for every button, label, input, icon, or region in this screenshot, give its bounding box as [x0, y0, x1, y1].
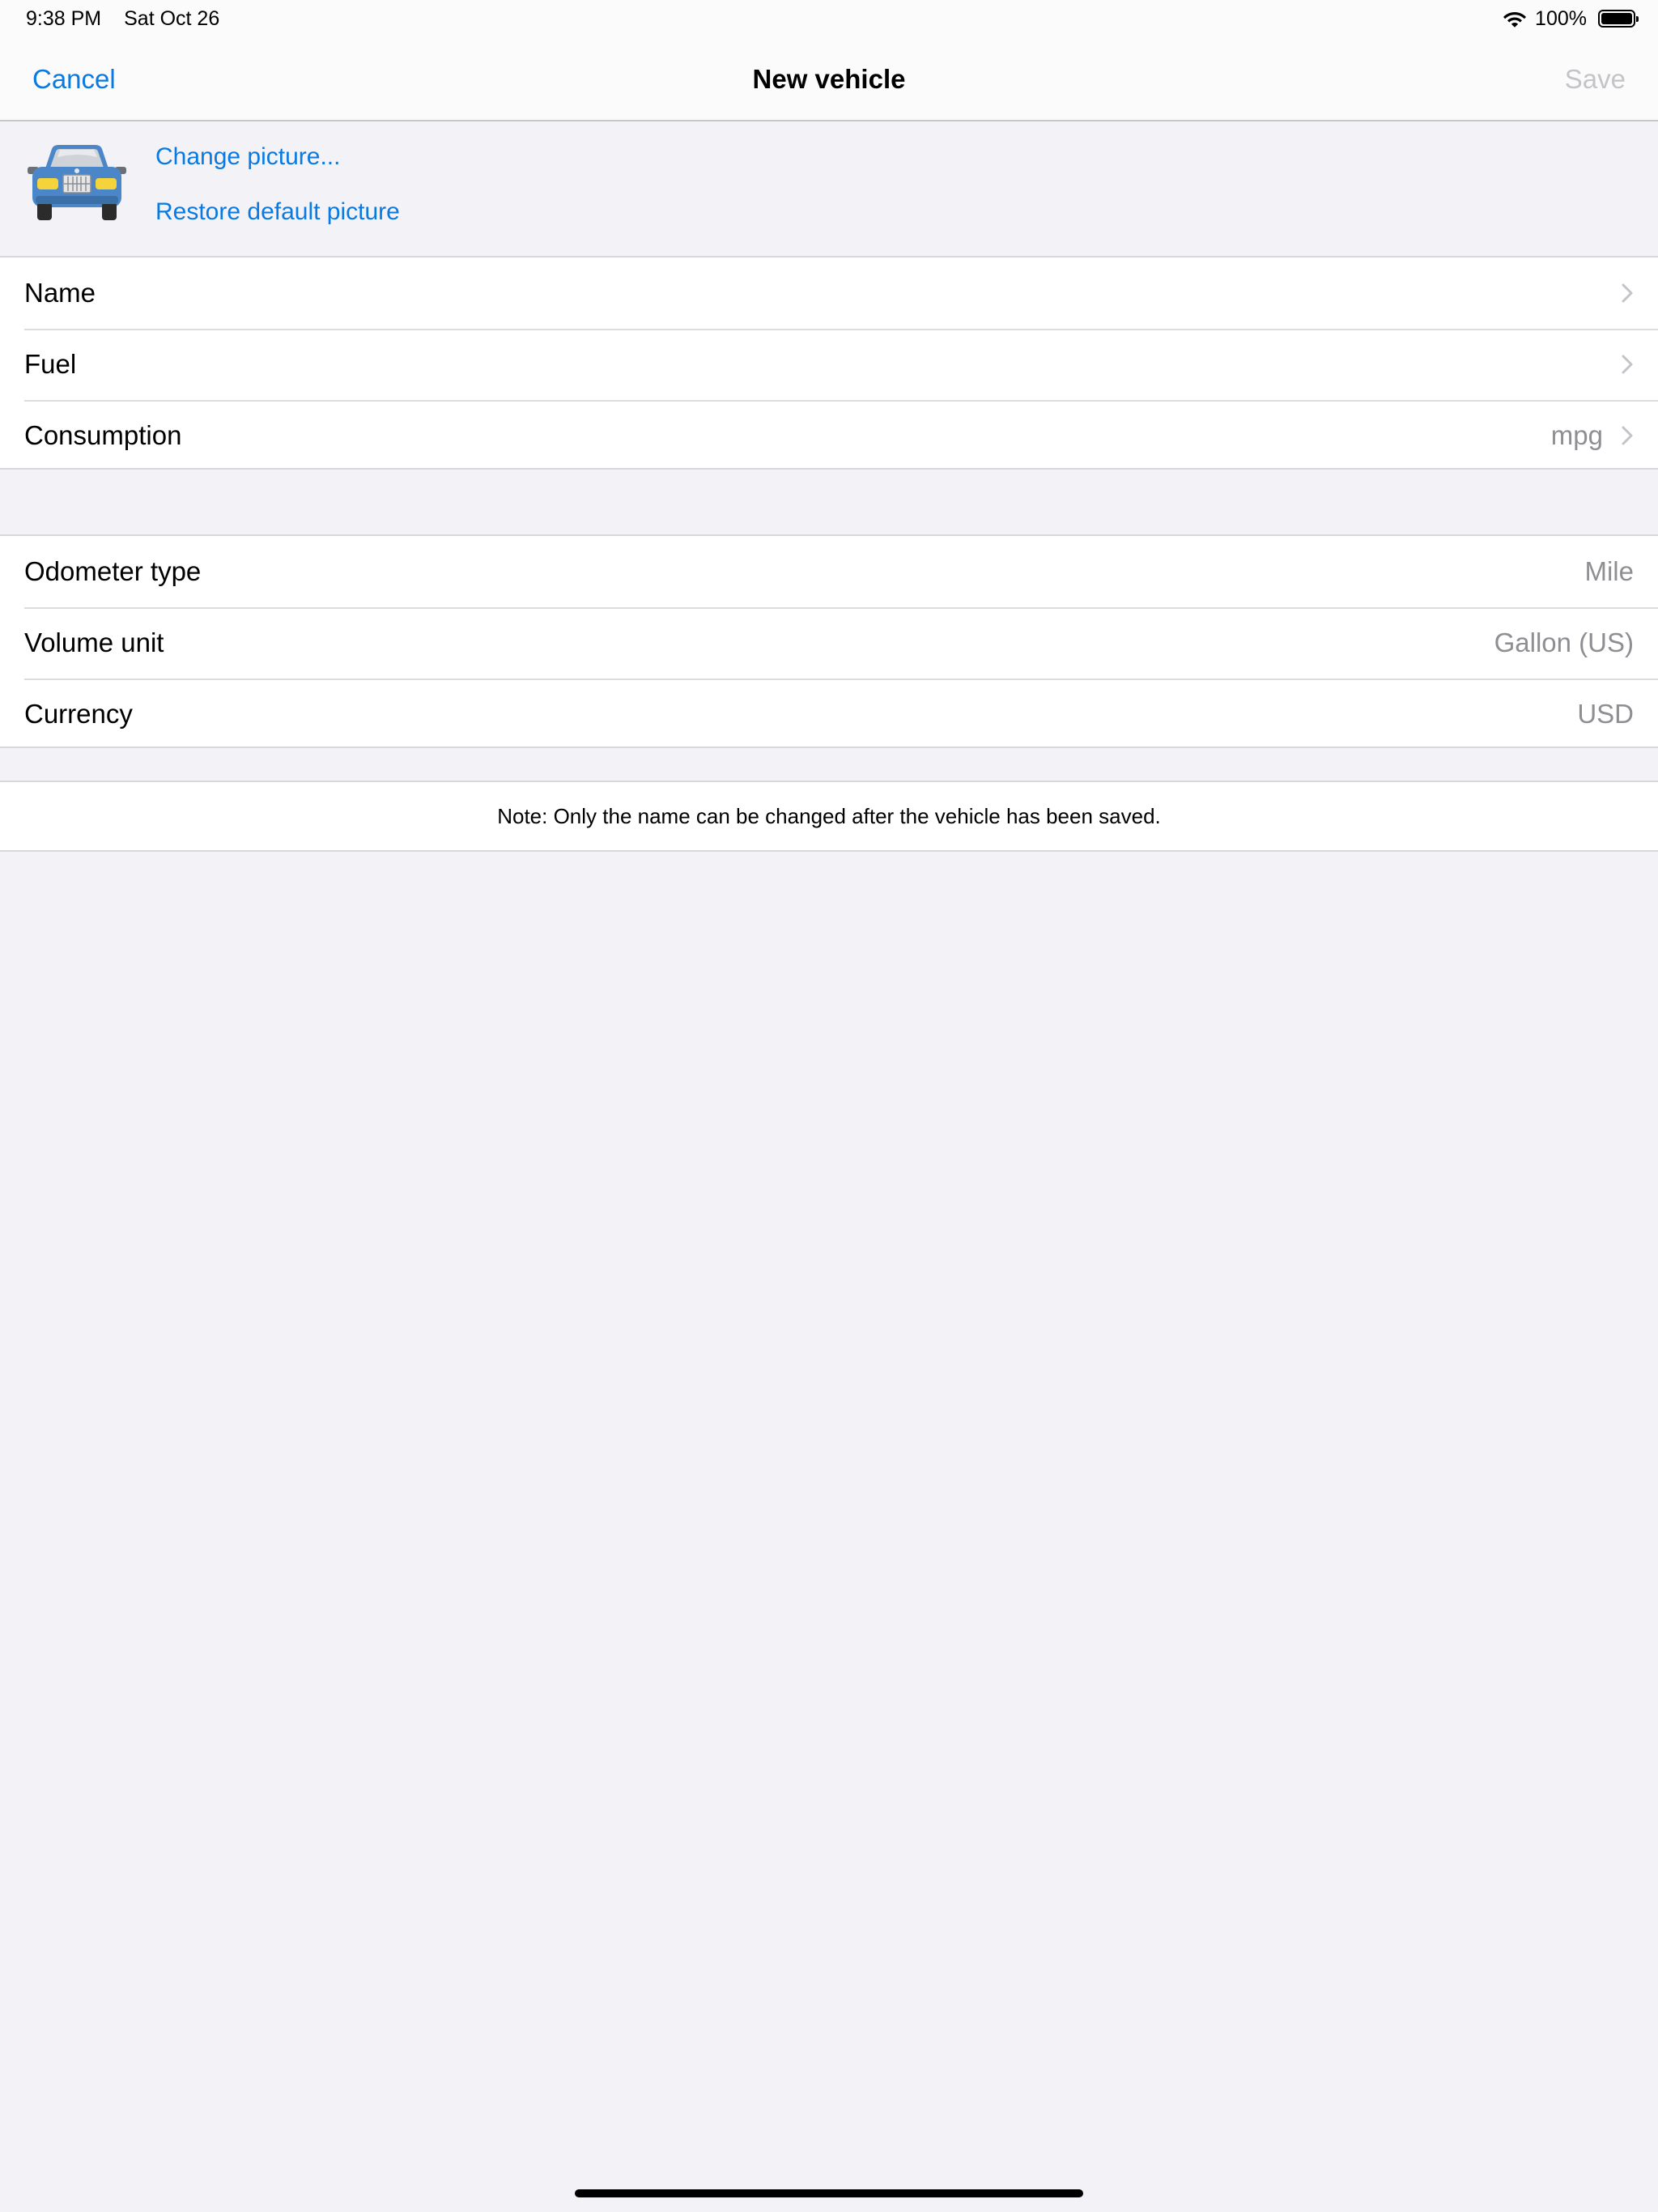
consumption-row[interactable]: Consumption mpg — [0, 400, 1658, 471]
page-title: New vehicle — [752, 64, 906, 94]
status-time: 9:38 PM — [26, 7, 102, 30]
consumption-value: mpg — [1550, 420, 1603, 450]
odometer-type-value: Mile — [1584, 556, 1634, 586]
currency-row[interactable]: Currency USD — [0, 678, 1658, 750]
restore-default-picture-link[interactable]: Restore default picture — [155, 193, 400, 232]
consumption-label: Consumption — [24, 420, 182, 450]
odometer-type-label: Odometer type — [24, 556, 202, 586]
navigation-bar: 9:38 PM Sat Oct 26 100% Cancel New vehicl… — [0, 0, 1658, 121]
units-group: Odometer type Mile Volume unit Gallon (U… — [0, 534, 1658, 748]
name-label: Name — [24, 278, 96, 308]
status-bar-left: 9:38 PM Sat Oct 26 — [26, 6, 219, 31]
odometer-type-row[interactable]: Odometer type Mile — [0, 536, 1658, 607]
vehicle-details-group: Name Fuel Consumption mpg — [0, 256, 1658, 470]
currency-value: USD — [1577, 699, 1634, 729]
chevron-right-icon — [1622, 355, 1633, 374]
battery-percent: 100% — [1535, 6, 1587, 30]
chevron-right-icon — [1622, 426, 1633, 445]
status-date: Sat Oct 26 — [124, 7, 220, 30]
vehicle-picture-section: Change picture... Restore default pictur… — [0, 121, 1658, 256]
save-button[interactable]: Save — [1565, 60, 1626, 99]
status-bar-right: 100% — [1503, 5, 1639, 32]
chevron-right-icon — [1622, 283, 1633, 303]
save-note: Note: Only the name can be changed after… — [0, 781, 1658, 852]
volume-unit-value: Gallon (US) — [1494, 627, 1634, 657]
volume-unit-label: Volume unit — [24, 627, 164, 657]
battery-icon — [1598, 10, 1639, 28]
car-icon — [28, 145, 126, 220]
fuel-label: Fuel — [24, 349, 77, 379]
home-indicator[interactable] — [575, 2189, 1083, 2197]
name-row[interactable]: Name — [0, 257, 1658, 329]
wifi-icon — [1503, 12, 1527, 28]
volume-unit-row[interactable]: Volume unit Gallon (US) — [0, 607, 1658, 678]
change-picture-link[interactable]: Change picture... — [155, 138, 340, 177]
currency-label: Currency — [24, 699, 133, 729]
fuel-row[interactable]: Fuel — [0, 329, 1658, 400]
